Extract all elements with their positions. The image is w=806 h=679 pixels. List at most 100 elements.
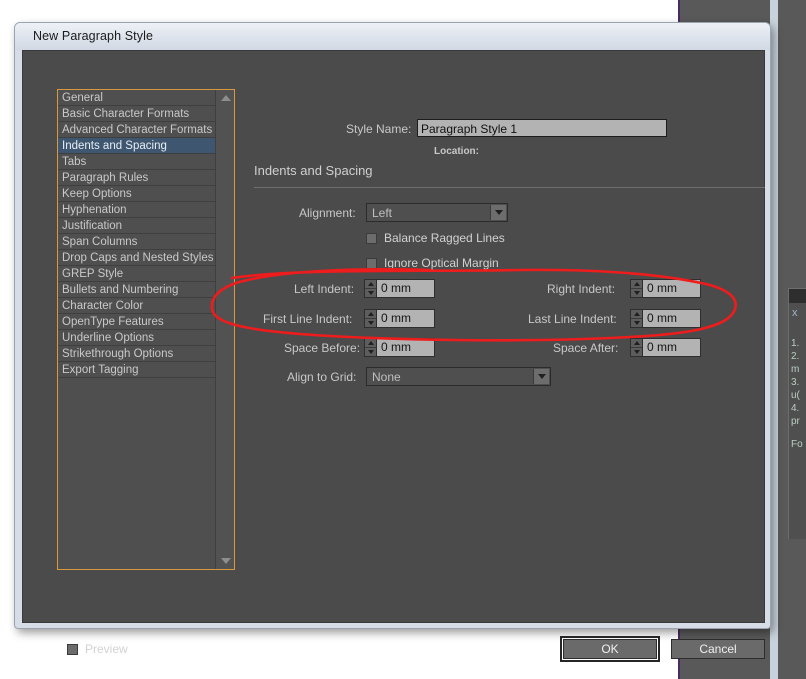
space-after-stepper[interactable]: [630, 338, 643, 357]
last-line-indent-input[interactable]: 0 mm: [643, 309, 701, 328]
sidebar-item-tabs[interactable]: Tabs: [58, 154, 216, 170]
sidebar-item-opentype-features[interactable]: OpenType Features: [58, 314, 216, 330]
sidebar-item-label: Keep Options: [62, 188, 132, 200]
dialog-titlebar[interactable]: New Paragraph Style: [15, 23, 770, 50]
chevron-down-icon[interactable]: [490, 205, 506, 220]
list-item: m: [791, 364, 800, 375]
last-line-indent-stepper[interactable]: [630, 309, 643, 328]
stepper-down-icon[interactable]: [631, 348, 642, 356]
page-title: Indents and Spacing: [254, 163, 373, 178]
list-item: 4.: [791, 403, 800, 414]
sidebar-item-export-tagging[interactable]: Export Tagging: [58, 362, 216, 378]
style-name-input[interactable]: Paragraph Style 1: [417, 119, 667, 137]
sidebar-item-keep-options[interactable]: Keep Options: [58, 186, 216, 202]
list-item: u(: [791, 390, 800, 401]
ok-button[interactable]: OK: [560, 636, 660, 662]
space-before-field-group[interactable]: 0 mm: [364, 338, 435, 357]
sidebar-item-indents-and-spacing[interactable]: Indents and Spacing: [58, 138, 216, 154]
align-to-grid-value: None: [372, 370, 401, 384]
checkbox-icon[interactable]: [366, 232, 377, 244]
preview-label: Preview: [85, 642, 128, 656]
stepper-down-icon[interactable]: [631, 289, 642, 297]
background-window-gutter: [770, 0, 778, 679]
space-after-label: Space After:: [553, 341, 619, 355]
background-panel-titlebar: [789, 289, 806, 303]
right-indent-label: Right Indent:: [547, 282, 616, 296]
sidebar-item-underline-options[interactable]: Underline Options: [58, 330, 216, 346]
sidebar-item-label: Underline Options: [62, 332, 155, 344]
last-line-indent-field-group[interactable]: 0 mm: [630, 309, 701, 328]
cancel-button[interactable]: Cancel: [671, 639, 765, 659]
stepper-up-icon[interactable]: [631, 310, 642, 319]
space-after-field-group[interactable]: 0 mm: [630, 338, 701, 357]
sidebar-item-bullets-and-numbering[interactable]: Bullets and Numbering: [58, 282, 216, 298]
checkbox-icon[interactable]: [67, 643, 78, 655]
background-panel[interactable]: x 1. 2. m 3. u( 4. pr Fo: [788, 288, 806, 539]
sidebar-item-label: Export Tagging: [62, 364, 139, 376]
left-indent-field-group[interactable]: 0 mm: [364, 279, 435, 298]
scroll-up-icon[interactable]: [216, 90, 235, 106]
left-indent-input[interactable]: 0 mm: [377, 279, 435, 298]
first-line-indent-field-group[interactable]: 0 mm: [364, 309, 435, 328]
stepper-down-icon[interactable]: [365, 289, 376, 297]
sidebar-item-label: Bullets and Numbering: [62, 284, 179, 296]
sidebar-item-grep-style[interactable]: GREP Style: [58, 266, 216, 282]
background-panel-lines: 1. 2. m 3. u( 4. pr: [791, 337, 806, 428]
scroll-down-icon[interactable]: [216, 553, 235, 569]
sidebar-item-character-color[interactable]: Character Color: [58, 298, 216, 314]
sidebar-item-label: General: [62, 92, 103, 104]
sidebar-item-strikethrough-options[interactable]: Strikethrough Options: [58, 346, 216, 362]
category-list-items[interactable]: General Basic Character Formats Advanced C…: [58, 90, 216, 569]
ignore-optical-margin-checkbox[interactable]: Ignore Optical Margin: [366, 256, 499, 270]
space-before-label: Space Before:: [284, 341, 361, 355]
sidebar-item-justification[interactable]: Justification: [58, 218, 216, 234]
left-indent-stepper[interactable]: [364, 279, 377, 298]
preview-checkbox[interactable]: Preview: [67, 642, 128, 656]
sidebar-item-label: Character Color: [62, 300, 144, 312]
sidebar-item-label: Paragraph Rules: [62, 172, 149, 184]
sidebar-item-general[interactable]: General: [58, 90, 216, 106]
stepper-up-icon[interactable]: [365, 310, 376, 319]
sidebar-item-drop-caps-and-nested-styles[interactable]: Drop Caps and Nested Styles: [58, 250, 216, 266]
alignment-value: Left: [372, 206, 393, 220]
close-icon[interactable]: x: [792, 307, 798, 319]
stepper-down-icon[interactable]: [365, 348, 376, 356]
ignore-optical-margin-label: Ignore Optical Margin: [384, 256, 499, 270]
align-to-grid-label: Align to Grid:: [287, 370, 357, 384]
sidebar-item-label: Tabs: [62, 156, 87, 168]
sidebar-item-label: Justification: [62, 220, 123, 232]
sidebar-item-span-columns[interactable]: Span Columns: [58, 234, 216, 250]
sidebar-item-advanced-character-formats[interactable]: Advanced Character Formats: [58, 122, 216, 138]
left-indent-label: Left Indent:: [294, 282, 355, 296]
chevron-down-icon[interactable]: [533, 369, 549, 384]
space-before-input[interactable]: 0 mm: [377, 338, 435, 357]
stepper-down-icon[interactable]: [631, 319, 642, 327]
background-panel-footer: Fo: [791, 439, 803, 450]
list-item: pr: [791, 416, 800, 427]
stepper-up-icon[interactable]: [365, 339, 376, 348]
list-item: 1.: [791, 338, 800, 349]
right-indent-stepper[interactable]: [630, 279, 643, 298]
checkbox-icon[interactable]: [366, 257, 377, 269]
category-list-scrollbar[interactable]: [215, 90, 234, 569]
dialog-title: New Paragraph Style: [33, 29, 154, 43]
sidebar-item-label: Basic Character Formats: [62, 108, 190, 120]
right-indent-input[interactable]: 0 mm: [643, 279, 701, 298]
space-before-stepper[interactable]: [364, 338, 377, 357]
stepper-up-icon[interactable]: [631, 339, 642, 348]
stepper-up-icon[interactable]: [631, 280, 642, 289]
sidebar-item-label: Hyphenation: [62, 204, 127, 216]
stepper-down-icon[interactable]: [365, 319, 376, 327]
category-list[interactable]: General Basic Character Formats Advanced C…: [57, 89, 235, 570]
alignment-select[interactable]: Left: [366, 203, 508, 222]
first-line-indent-stepper[interactable]: [364, 309, 377, 328]
sidebar-item-basic-character-formats[interactable]: Basic Character Formats: [58, 106, 216, 122]
balance-ragged-lines-checkbox[interactable]: Balance Ragged Lines: [366, 231, 505, 245]
first-line-indent-input[interactable]: 0 mm: [377, 309, 435, 328]
stepper-up-icon[interactable]: [365, 280, 376, 289]
align-to-grid-select[interactable]: None: [366, 367, 551, 386]
right-indent-field-group[interactable]: 0 mm: [630, 279, 701, 298]
space-after-input[interactable]: 0 mm: [643, 338, 701, 357]
sidebar-item-paragraph-rules[interactable]: Paragraph Rules: [58, 170, 216, 186]
sidebar-item-hyphenation[interactable]: Hyphenation: [58, 202, 216, 218]
